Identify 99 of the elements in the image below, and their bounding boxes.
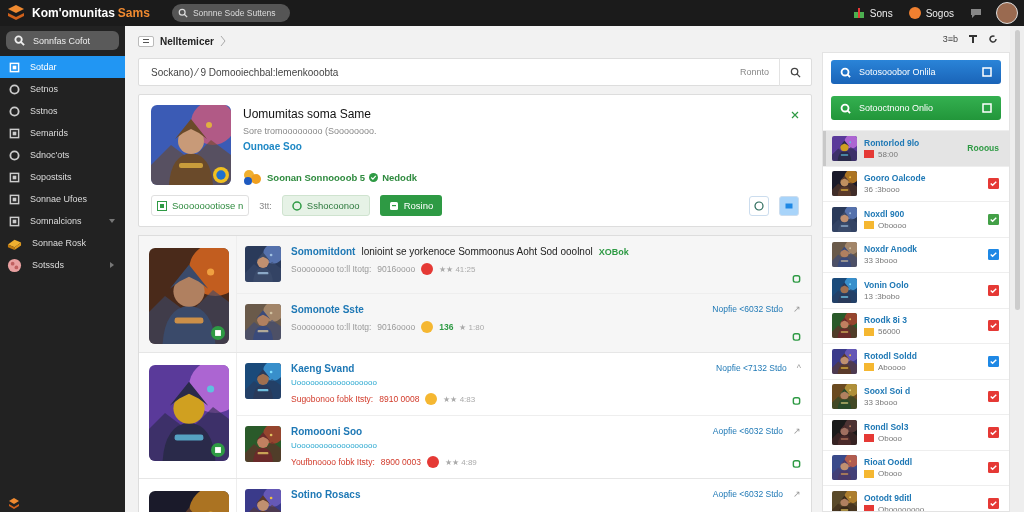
- primary-button[interactable]: Rosino: [379, 195, 443, 216]
- post-title[interactable]: Sotino Rosacs: [291, 489, 361, 500]
- sidebar-item[interactable]: Sstnos: [0, 100, 125, 122]
- tag: XOBok: [598, 247, 629, 257]
- post-text: lonioint se yorkenoce Sommoonus Aoht Sod ooolnol: [361, 246, 593, 257]
- friend-name: Vonin Oolo: [864, 279, 910, 290]
- rating-text: ★★ 4:83: [443, 394, 476, 404]
- post-subtitle: Uoooooooooooooooooo: [291, 441, 378, 450]
- friend-status: Oboooo: [878, 220, 907, 230]
- feed-row[interactable]: Sotino Rosacs Aopfie <6032 Stdo ↗: [237, 479, 811, 512]
- sidebar-item[interactable]: Sotdar: [0, 56, 125, 78]
- friend-name: Gooro Oalcode: [864, 173, 927, 184]
- breadcrumb[interactable]: Nelltemicer: [160, 35, 214, 47]
- friend-status: 13 :3bobo: [864, 291, 900, 301]
- friend-name: Ootodt 9ditl: [864, 492, 913, 503]
- verified-label: Nedodk: [382, 171, 417, 183]
- feed-row[interactable]: Somonote Sste Soooooooo to:ll Itotg: 9016oooo 136 ★ 1:80 Nopfie <6032 Stdo ↗: [237, 294, 811, 351]
- online-button[interactable]: Sotosooobor Onlila: [831, 60, 1001, 84]
- top-menu-item[interactable]: Sons: [852, 7, 893, 19]
- source-text[interactable]: Aopfie <6032 Stdo: [712, 426, 783, 436]
- friend-status: Obooo: [878, 433, 903, 443]
- rating-text: ★★ 4:89: [445, 457, 477, 467]
- post-value: 8910 0008: [379, 394, 420, 404]
- sidebar-item[interactable]: Sonnae Ufoes: [0, 188, 125, 210]
- search-field[interactable]: Sockano) ⁄ 9 Domooiechbal:lemenkooobta Ronnto: [138, 58, 812, 86]
- game-subtitle: Sore tromoooooooo (Soooooooo.: [243, 126, 378, 136]
- friend-status: 58:00: [878, 149, 899, 159]
- feed-row[interactable]: Somomitdont lonioint se yorkenoce Sommoonus Aoht Sod ooolnol XOBok Soooooooo to:ll Itotg: 9016oooo ★★ 41:25: [237, 236, 811, 294]
- sidebar-item[interactable]: Setnos: [0, 78, 125, 100]
- friend-name: Roodk 8i 3: [864, 315, 908, 326]
- friend-name: Rotodl Soldd: [864, 350, 918, 361]
- friend-item[interactable]: Ootodt 9ditl Oboooooooo: [823, 485, 1009, 511]
- post-meta: Soooooooo to:ll Itotg:: [291, 322, 372, 332]
- source-text[interactable]: Nopfie <7132 Stdo: [716, 363, 787, 373]
- sidebar-button[interactable]: Sonnfas Cofot: [6, 31, 119, 50]
- arrow-icon[interactable]: ↗: [793, 426, 801, 436]
- friend-item[interactable]: Vonin Oolo 13 :3bobo: [823, 272, 1009, 308]
- status-text: Soonan Sonnoooob 5: [267, 171, 366, 183]
- friend-item[interactable]: Rondl Sol3 Obooo: [823, 414, 1009, 450]
- friend-item[interactable]: Rontorlod 9lo 58:00 Rooous: [823, 130, 1009, 166]
- post-meta: Soooooooo to:ll Itotg:: [291, 264, 372, 274]
- post-value: 8900 0003: [380, 457, 421, 467]
- sidebar-item[interactable]: Sonnae Rosk: [0, 232, 125, 254]
- sidebar-item[interactable]: Somnalcions: [0, 210, 125, 232]
- post-title[interactable]: Romoooni Soo: [291, 426, 363, 437]
- score: 136: [439, 322, 454, 332]
- friend-status: 36 :3booo: [864, 185, 900, 195]
- arrow-icon[interactable]: ^: [796, 363, 801, 373]
- friend-item[interactable]: Roodk 8i 3 56000: [823, 307, 1009, 343]
- friend-status: Aboooo: [878, 362, 906, 372]
- friend-item[interactable]: Sooxl Soi d 33 3booo: [823, 378, 1009, 414]
- friend-item[interactable]: Rioat Ooddl Obooo: [823, 449, 1009, 485]
- friend-status: 56000: [878, 327, 901, 337]
- source-text[interactable]: Aopfie <6032 Stdo: [712, 489, 783, 499]
- sidebar-item[interactable]: Semarids: [0, 122, 125, 144]
- post-title[interactable]: Somomitdont: [291, 246, 356, 257]
- sidebar-item[interactable]: Sotssds: [0, 254, 125, 276]
- status-text[interactable]: Rooous: [967, 143, 999, 154]
- game-title: Uomumitas soma Same: [243, 107, 373, 121]
- secondary-button[interactable]: Sshocoonoo: [281, 195, 370, 216]
- friend-item[interactable]: Gooro Oalcode 36 :3booo: [823, 165, 1009, 201]
- feed-row[interactable]: Romoooni Soo Uoooooooooooooooooo Youfbnoooo fobk Itsty: 8900 0003 ★★ 4:89 Aopfie <6032 Stdo ↗: [237, 416, 811, 478]
- friend-name: Sooxl Soi d: [864, 386, 912, 397]
- rating-text: ★ 1:80: [459, 322, 485, 332]
- toolbar-text[interactable]: 3≡b: [942, 34, 958, 44]
- feed-row[interactable]: Kaeng Svand Uoooooooooooooooooo Sugobonoo fobk Itsty: 8910 0008 ★★ 4:83 Nopfie <7132 Stdo ^: [237, 353, 811, 416]
- friend-name: Noxdl 900: [864, 208, 906, 219]
- friend-item[interactable]: Noxdr Anodk 33 3booo: [823, 236, 1009, 272]
- post-title[interactable]: Somonote Sste: [291, 304, 364, 315]
- post-title[interactable]: Kaeng Svand: [291, 363, 355, 374]
- rating-text: ★★ 41:25: [439, 264, 476, 274]
- link[interactable]: Ounoae Soo: [243, 141, 779, 152]
- stats-button[interactable]: Soooooootiose n: [151, 195, 250, 216]
- search-field[interactable]: Sonnne Sode Suttens: [171, 4, 290, 22]
- post-meta: Sugobonoo fobk Itsty:: [291, 394, 374, 404]
- arrow-icon[interactable]: ↗: [793, 489, 801, 499]
- friend-status: 33 3booo: [864, 398, 898, 408]
- logo-text: Kom'omunitas Sams: [32, 6, 150, 20]
- friend-status: Obooo: [878, 469, 903, 479]
- sidebar-item[interactable]: Sopostsits: [0, 166, 125, 188]
- online-button[interactable]: Sotooctnono Onlio: [831, 96, 1001, 120]
- post-value: 9016oooo: [377, 264, 416, 274]
- post-subtitle: Uoooooooooooooooooo: [291, 378, 378, 387]
- source-text[interactable]: Nopfie <6032 Stdo: [712, 304, 783, 314]
- top-menu-item[interactable]: Sogos: [908, 7, 954, 19]
- friend-item[interactable]: Noxdl 900 Oboooo: [823, 201, 1009, 237]
- friend-name: Noxdr Anodk: [864, 244, 919, 255]
- arrow-icon[interactable]: ↗: [793, 304, 801, 314]
- post-meta: Youfbnoooo fobk Itsty:: [291, 457, 375, 467]
- friend-name: Rontorlod 9lo: [864, 137, 921, 148]
- count-text: 3tt:: [259, 200, 272, 211]
- friend-name: Rioat Ooddl: [864, 457, 914, 468]
- friend-item[interactable]: Rotodl Soldd Aboooo: [823, 343, 1009, 379]
- sidebar-item[interactable]: Sdnoc'ots: [0, 144, 125, 166]
- friend-status: Oboooooooo: [878, 504, 925, 511]
- friend-name: Rondl Sol3: [864, 421, 910, 432]
- filter-label[interactable]: Ronnto: [729, 58, 780, 86]
- friend-status: 33 3booo: [864, 256, 898, 266]
- post-value: 9016oooo: [377, 322, 416, 332]
